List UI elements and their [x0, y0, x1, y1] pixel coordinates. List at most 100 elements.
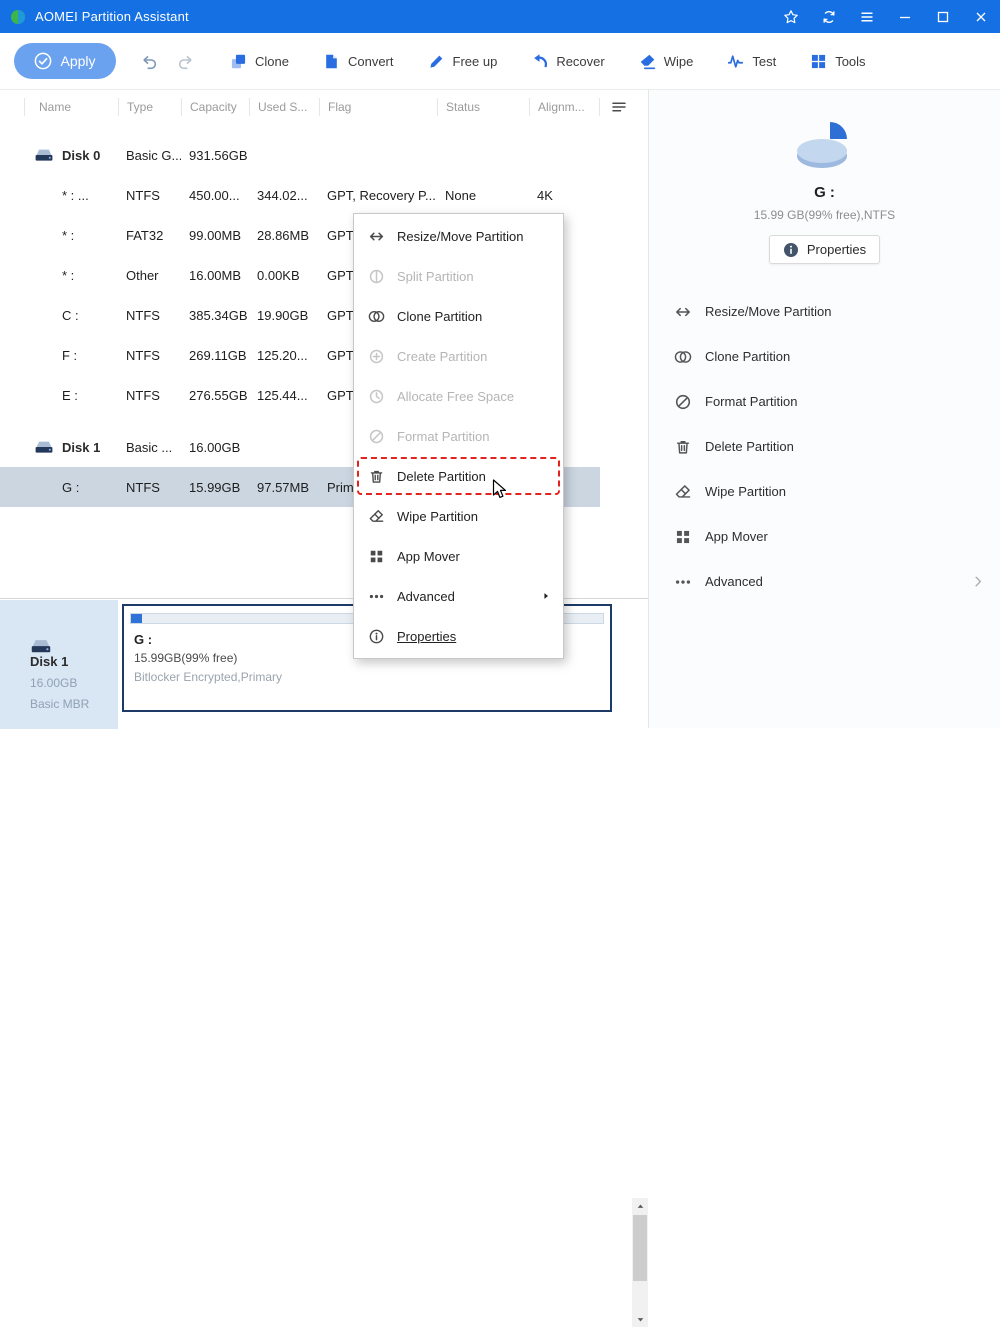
table-row-recovery[interactable]: * : ... NTFS 450.00... 344.02... GPT, Re…: [0, 175, 600, 215]
action-app-mover[interactable]: App Mover: [649, 514, 1000, 559]
sync-icon[interactable]: [810, 0, 848, 33]
vertical-scrollbar[interactable]: [632, 1198, 648, 1327]
submenu-arrow-icon: [541, 591, 551, 601]
column-settings-icon[interactable]: [606, 97, 632, 117]
cell-status: None: [437, 188, 529, 203]
toolbar-item-label: Free up: [453, 54, 498, 69]
cell-type: NTFS: [118, 388, 181, 403]
menu-icon[interactable]: [848, 0, 886, 33]
right-panel: G : 15.99 GB(99% free),NTFS Properties R…: [648, 90, 1000, 728]
toolbar-item-free-up[interactable]: Free up: [428, 53, 498, 70]
format-partition-icon: [674, 393, 692, 411]
recover-icon: [531, 53, 548, 70]
cell-name: Disk 1: [62, 440, 100, 455]
apply-button-label: Apply: [60, 53, 95, 69]
table-header: Name Type Capacity Used S... Flag Status…: [0, 95, 600, 119]
cell-type: NTFS: [118, 480, 181, 495]
menu-item-create-partition: Create Partition: [354, 336, 563, 376]
disk-icon: [34, 146, 56, 164]
check-circle-icon: [34, 52, 52, 70]
column-header-status: Status: [437, 98, 529, 116]
menu-item-properties[interactable]: Properties: [354, 616, 563, 656]
cell-type: NTFS: [118, 188, 181, 203]
apply-button[interactable]: Apply: [14, 43, 116, 79]
scrollbar-thumb[interactable]: [633, 1215, 647, 1281]
star-icon[interactable]: [772, 0, 810, 33]
properties-button[interactable]: Properties: [769, 235, 880, 264]
action-label: Clone Partition: [705, 349, 790, 364]
table-row-disk0[interactable]: Disk 0 Basic G... 931.56GB: [0, 135, 600, 175]
cell-name: E :: [62, 388, 78, 403]
cell-alignment: 4K: [529, 188, 600, 203]
cell-flag: GPT, Recovery P...: [319, 188, 437, 203]
menu-item-resize-move-partition[interactable]: Resize/Move Partition: [354, 216, 563, 256]
cell-name: C :: [62, 308, 79, 323]
cell-name: * :: [62, 228, 74, 243]
partition-actions-list: Resize/Move Partition Clone Partition Fo…: [649, 289, 1000, 604]
action-advanced[interactable]: Advanced: [649, 559, 1000, 604]
toolbar-item-recover[interactable]: Recover: [531, 53, 604, 70]
toolbar-item-test[interactable]: Test: [727, 53, 776, 70]
cell-capacity: 15.99GB: [181, 480, 249, 495]
toolbar-item-label: Recover: [556, 54, 604, 69]
disk1-summary-block[interactable]: Disk 1 16.00GB Basic MBR: [0, 600, 118, 729]
scroll-up-icon[interactable]: [632, 1198, 648, 1214]
action-clone-partition[interactable]: Clone Partition: [649, 334, 1000, 379]
toolbar-item-clone[interactable]: Clone: [230, 53, 289, 70]
menu-item-split-partition: Split Partition: [354, 256, 563, 296]
action-label: Wipe Partition: [705, 484, 786, 499]
cell-capacity: 931.56GB: [181, 148, 249, 163]
menu-item-delete-partition[interactable]: Delete Partition: [354, 456, 563, 496]
test-icon: [727, 53, 744, 70]
cell-capacity: 16.00MB: [181, 268, 249, 283]
maximize-icon[interactable]: [924, 0, 962, 33]
action-delete-partition[interactable]: Delete Partition: [649, 424, 1000, 469]
scroll-down-icon[interactable]: [632, 1311, 648, 1327]
app-logo-icon: [10, 9, 26, 25]
action-wipe-partition[interactable]: Wipe Partition: [649, 469, 1000, 514]
menu-item-label: Advanced: [397, 589, 455, 604]
clone-icon: [230, 53, 247, 70]
menu-item-wipe-partition[interactable]: Wipe Partition: [354, 496, 563, 536]
resize-move-icon: [674, 303, 692, 321]
cell-used: 19.90GB: [249, 308, 319, 323]
clone-partition-icon: [674, 348, 692, 366]
menu-item-clone-partition[interactable]: Clone Partition: [354, 296, 563, 336]
mouse-cursor: [492, 479, 509, 501]
column-header-type: Type: [118, 98, 181, 116]
toolbar-item-tools[interactable]: Tools: [810, 53, 865, 70]
minimize-icon[interactable]: [886, 0, 924, 33]
cell-type: Other: [118, 268, 181, 283]
menu-item-label: Resize/Move Partition: [397, 229, 523, 244]
cell-type: NTFS: [118, 308, 181, 323]
cell-type: FAT32: [118, 228, 181, 243]
menu-item-label: Create Partition: [397, 349, 487, 364]
disk-type: Basic MBR: [30, 697, 118, 711]
menu-item-advanced[interactable]: Advanced: [354, 576, 563, 616]
free-up-icon: [428, 53, 445, 70]
toolbar-menu: Clone Convert Free up Recover Wipe Test …: [230, 53, 866, 70]
cell-capacity: 99.00MB: [181, 228, 249, 243]
disk-icon: [30, 636, 118, 654]
menu-item-app-mover[interactable]: App Mover: [354, 536, 563, 576]
menu-item-label: Allocate Free Space: [397, 389, 514, 404]
toolbar-item-convert[interactable]: Convert: [323, 53, 394, 70]
advanced-icon: [674, 573, 692, 591]
action-resize-move-partition[interactable]: Resize/Move Partition: [649, 289, 1000, 334]
action-format-partition[interactable]: Format Partition: [649, 379, 1000, 424]
toolbar-item-wipe[interactable]: Wipe: [639, 53, 694, 70]
cell-name: Disk 0: [62, 148, 100, 163]
column-header-used-space: Used S...: [249, 98, 319, 116]
title-bar: AOMEI Partition Assistant: [0, 0, 1000, 33]
undo-button[interactable]: [136, 48, 162, 74]
cell-type: Basic G...: [118, 148, 181, 163]
disk-icon: [34, 438, 56, 456]
advanced-icon: [368, 588, 385, 605]
redo-button[interactable]: [172, 48, 198, 74]
volume-info: 15.99 GB(99% free),NTFS: [649, 208, 1000, 222]
action-label: Resize/Move Partition: [705, 304, 831, 319]
column-header-name: Name: [24, 98, 118, 116]
usage-fill: [131, 614, 142, 623]
close-icon[interactable]: [962, 0, 1000, 33]
cell-capacity: 385.34GB: [181, 308, 249, 323]
